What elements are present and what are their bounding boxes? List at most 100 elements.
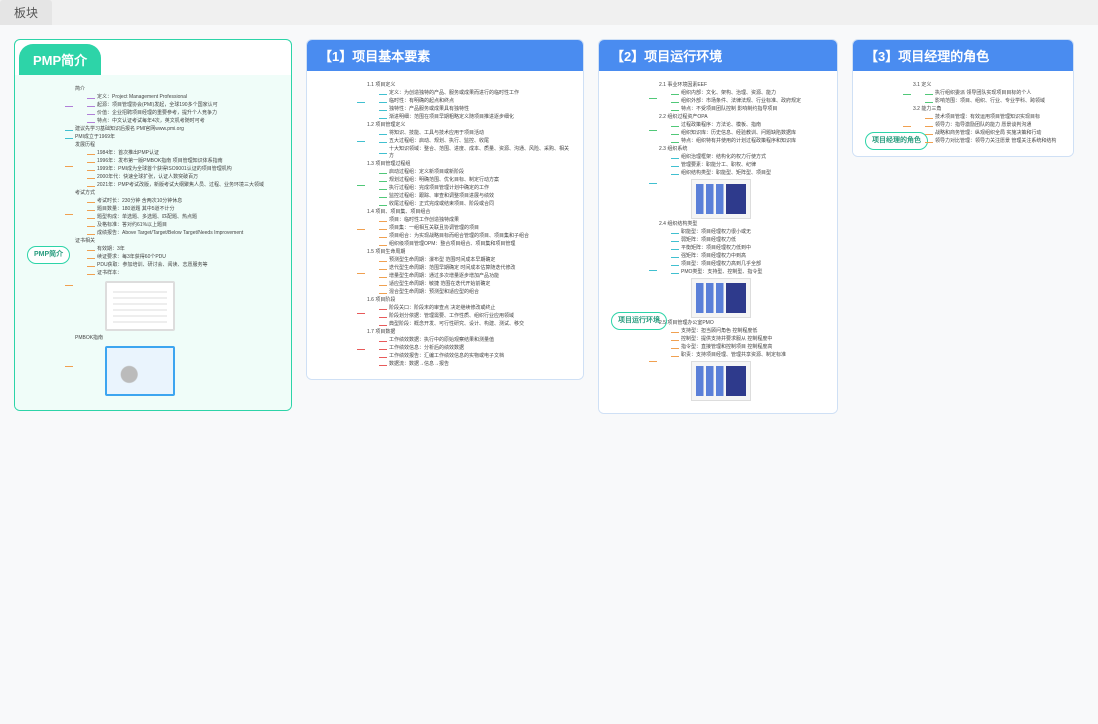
node: 职责：支持项目经理、管理共享资源、制定标准 — [681, 352, 786, 358]
tab-sections[interactable]: 板块 — [0, 0, 52, 25]
node: 简介 — [75, 86, 85, 92]
node: 工作绩效数据：执行中的原始观察结果和测量值 — [389, 337, 494, 343]
cert-image-1 — [105, 281, 175, 331]
node: 1984年：首次推出PMP认证 — [97, 150, 159, 156]
node: 组织结构类型：职能型、矩阵型、项目型 — [681, 170, 771, 176]
node: 考试方式 — [75, 190, 95, 196]
tab-bar: 板块 — [0, 0, 1098, 25]
node: 项目：临时性工作创造独特成果 — [389, 217, 459, 223]
section-node: 2.5 项目管理办公室PMO支持型：担当顾问角色 控制程度低控制型：提供支持并要… — [649, 320, 827, 401]
node: 项目组合：为实现战略目标而组合管理的项目、项目集和子组合 — [389, 233, 529, 239]
node: 项目集：一组相互关联且协调管理的项目 — [389, 225, 479, 231]
node: 收尾过程组：正式完成或结束项目、阶段或合同 — [389, 201, 494, 207]
node: 阶段关口：阶段末的审查点 决定继续修改或终止 — [389, 305, 495, 311]
org-chart-thumb — [691, 361, 751, 401]
node: 组织知识库：历史信息、经验教训、问题缺陷数据库 — [681, 130, 796, 136]
node: 过程政策程序：方法论、模板、指南 — [681, 122, 761, 128]
mindmap-pm-role: 项目经理的角色 3.1 定义执行组织委派 领导团队实现项目目标的个人影响范围：项… — [853, 71, 1073, 156]
node: 特点：组织特有并使用的计划过程政策程序和知识库 — [681, 138, 796, 144]
section-node: 1.1 项目定义定义：为创造独特的产品、服务或成果而进行的临时性工作临时性：有明… — [357, 82, 573, 121]
node: 2.3 组织系统 — [659, 146, 687, 152]
node: 数据流：数据→信息→报告 — [389, 361, 449, 367]
node: 定义：Project Management Professional — [97, 94, 187, 100]
node: 建议先学习基础知识后报名 PMI官网www.pmi.org — [75, 126, 184, 132]
node: PMI成立于1969年 — [75, 134, 115, 140]
node: 1.5 项目生命周期 — [367, 249, 405, 255]
card-project-basics[interactable]: 【1】项目基本要素 项目基本要素 1.1 项目定义定义：为创造独特的产品、服务或… — [306, 39, 584, 380]
card-title: 【1】项目基本要素 — [307, 40, 583, 71]
node: 组织内部：文化、架构、治理、资源、能力 — [681, 90, 776, 96]
node: 弱矩阵：项目经理权力低 — [681, 237, 736, 243]
section-node: 2.3 组织系统组织治理框架：结构化的权力行使方式管理要素：职能分工、职权、纪律… — [649, 146, 827, 219]
node: 管理要素：职能分工、职权、纪律 — [681, 162, 756, 168]
section-node: 1.5 项目生命周期预测型生命周期：瀑布型 范围时间成本早期确定迭代型生命周期：… — [357, 249, 573, 296]
node: 控制型：提供支持并要求服从 控制程度中 — [681, 336, 772, 342]
org-chart-thumb — [691, 278, 751, 318]
node: 特点：不受项目团队控制 影响制约指导项目 — [681, 106, 777, 112]
section-node: 1.4 项目、项目集、项目组合项目：临时性工作创造独特成果项目集：一组相互关联且… — [357, 209, 573, 248]
node: 续证要求：每3年获得60个PDU — [97, 254, 166, 260]
node: 执行组织委派 领导团队实现项目目标的个人 — [935, 90, 1031, 96]
node: 2.2 组织过程资产OPA — [659, 114, 708, 120]
node: 十大知识领域：整合、范围、进度、成本、质量、资源、沟通、风险、采购、相关方 — [389, 146, 569, 159]
node: 1.1 项目定义 — [367, 82, 395, 88]
node: 典型阶段：概念开发、可行性研究、设计、构建、测试、移交 — [389, 321, 524, 327]
node: 指令型：直接管理和控制项目 控制程度高 — [681, 344, 772, 350]
cert-image-2 — [105, 346, 175, 396]
node: 影响范围：项目、组织、行业、专业学科、跨领域 — [935, 98, 1045, 104]
mindmap-project-env: 项目运行环境 2.1 事业环境因素EEF组织内部：文化、架构、治理、资源、能力组… — [599, 71, 837, 413]
mindmap-project-basics: 项目基本要素 1.1 项目定义定义：为创造独特的产品、服务或成果而进行的临时性工… — [307, 71, 583, 379]
node: 有效期：3年 — [97, 246, 125, 252]
board: PMP简介 PMP简介 简介 定义：Project Management Pro… — [0, 25, 1098, 428]
node: 独特性：产品服务或成果具有独特性 — [389, 106, 469, 112]
node: PMBOK指南 — [75, 335, 103, 341]
node: 渐进明细：范围在项目早期粗略定义随项目推进逐步细化 — [389, 114, 514, 120]
node: 证书样本： — [97, 270, 122, 276]
card-title: 【3】项目经理的角色 — [853, 40, 1073, 71]
root-node: PMP简介 — [27, 246, 70, 264]
node: 题型构成：单选题、多选题、匹配题、热点题 — [97, 214, 197, 220]
node: 2.5 项目管理办公室PMO — [659, 320, 714, 326]
node: 监控过程组：跟踪、审查和调整项目进展与绩效 — [389, 193, 494, 199]
node: 领导力对比管理：领导力关注愿景 管理关注系统和结构 — [935, 138, 1056, 144]
org-chart-thumb — [691, 179, 751, 219]
node: 阶段划分依据：管理需要、工作性质、组织行业应用领域 — [389, 313, 514, 319]
card-pm-role[interactable]: 【3】项目经理的角色 项目经理的角色 3.1 定义执行组织委派 领导团队实现项目… — [852, 39, 1074, 157]
section-node: 2.1 事业环境因素EEF组织内部：文化、架构、治理、资源、能力组织外部：市场条… — [649, 82, 827, 113]
node: 混合型生命周期：预测型和适应型的组合 — [389, 289, 479, 295]
node: 1.4 项目、项目集、项目组合 — [367, 209, 430, 215]
node: 平衡矩阵：项目经理权力低到中 — [681, 245, 751, 251]
node: 职能型：项目经理权力很小或无 — [681, 229, 751, 235]
card-pmp-intro[interactable]: PMP简介 PMP简介 简介 定义：Project Management Pro… — [14, 39, 292, 411]
node: 发展历程 — [75, 142, 95, 148]
node: 组织治理框架：结构化的权力行使方式 — [681, 154, 766, 160]
node: PMO类型：支持型、控制型、指令型 — [681, 269, 762, 275]
node: 五大过程组：启动、规划、执行、监控、收尾 — [389, 138, 489, 144]
node: 战略和商务管理：纵观组织全局 实施决策和行动 — [935, 130, 1041, 136]
node: 考试时长：230分钟 含两次10分钟休息 — [97, 198, 182, 204]
node: 强矩阵：项目经理权力中到高 — [681, 253, 746, 259]
node: 2.4 组织结构类型 — [659, 221, 697, 227]
section-node: 1.6 项目阶段阶段关口：阶段末的审查点 决定继续修改或终止阶段划分依据：管理需… — [357, 297, 573, 328]
node: 增量型生命周期：通过多次增量逐步增加产品功能 — [389, 273, 499, 279]
node: 预测型生命周期：瀑布型 范围时间成本早期确定 — [389, 257, 495, 263]
node: 项目型：项目经理权力高到几乎全部 — [681, 261, 761, 267]
node: PDU获取：参加培训、研讨会、阅读、志愿服务等 — [97, 262, 208, 268]
node: 启动过程组：定义新项目或新阶段 — [389, 169, 464, 175]
section-node: 1.2 项目管理定义将知识、技能、工具与技术应用于项目活动五大过程组：启动、规划… — [357, 122, 573, 160]
card-project-env[interactable]: 【2】项目运行环境 项目运行环境 2.1 事业环境因素EEF组织内部：文化、架构… — [598, 39, 838, 414]
node: 3.2 能力三角 — [913, 106, 941, 112]
node: 2021年：PMP考试改版，新版考试大纲聚焦人员、过程、业务环境三大领域 — [97, 182, 264, 188]
section-node: 3.2 能力三角技术项目管理：有效运用项目管理知识实现目标领导力：指导激励团队的… — [903, 106, 1063, 145]
node: 领导力：指导激励团队的能力 愿景谈判沟通 — [935, 122, 1031, 128]
node: 起源：项目管理协会(PMI)发起，全球190多个国家认可 — [97, 102, 218, 108]
node: 定义：为创造独特的产品、服务或成果而进行的临时性工作 — [389, 90, 519, 96]
node: 证书相关 — [75, 238, 95, 244]
node: 3.1 定义 — [913, 82, 931, 88]
node: 1996年：发布第一版PMBOK指南 项目管理知识体系指南 — [97, 158, 223, 164]
node: 及格标准：答对约61%以上题目 — [97, 222, 167, 228]
node: 价值：企业招聘项目经理的重要参考，提升个人竞争力 — [97, 110, 217, 116]
node: 工作绩效信息：分析后的绩效数据 — [389, 345, 464, 351]
card-title: 【2】项目运行环境 — [599, 40, 837, 71]
node: 规划过程组：明确范围、优化目标、制定行动方案 — [389, 177, 499, 183]
